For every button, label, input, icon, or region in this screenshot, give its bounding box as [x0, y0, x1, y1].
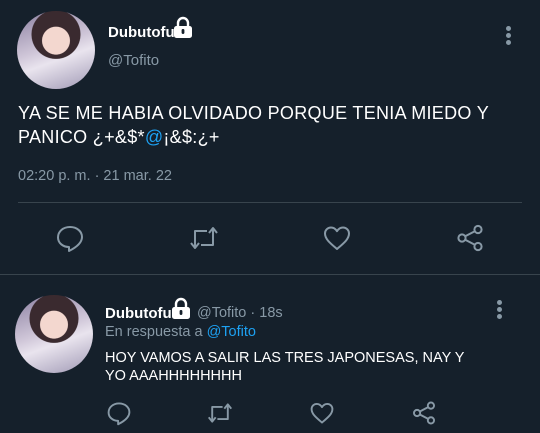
reply-display-name[interactable]: Dubutofu: [105, 305, 172, 322]
replying-to: En respuesta a @Tofito: [105, 324, 256, 340]
like-icon[interactable]: [322, 223, 352, 253]
mention-link[interactable]: @: [145, 127, 164, 147]
avatar[interactable]: [17, 11, 95, 89]
share-icon[interactable]: [455, 223, 485, 253]
retweet-icon[interactable]: [188, 223, 220, 253]
reply-avatar[interactable]: [15, 295, 93, 373]
reply-icon[interactable]: [55, 223, 85, 253]
more-icon[interactable]: [500, 24, 516, 46]
user-handle[interactable]: @Tofito: [108, 52, 159, 69]
tweet-text: YA SE ME HABIA OLVIDADO PORQUE TENIA MIE…: [18, 101, 518, 149]
section-divider: [0, 274, 540, 275]
divider: [18, 202, 522, 203]
retweet-icon[interactable]: [206, 400, 234, 426]
tweet-text-part: YA SE ME HABIA OLVIDADO PORQUE TENIA MIE…: [18, 103, 489, 147]
tweet-timestamp[interactable]: 02:20 p. m. · 21 mar. 22: [18, 168, 172, 184]
like-icon[interactable]: [309, 400, 335, 426]
reply-handle-time[interactable]: @Tofito · 18s: [197, 305, 283, 321]
lock-icon: [172, 16, 194, 38]
more-icon[interactable]: [491, 298, 507, 320]
replying-prefix: En respuesta a: [105, 324, 203, 340]
reply-icon[interactable]: [106, 400, 132, 426]
replying-to-mention[interactable]: @Tofito: [207, 324, 256, 340]
reply-tweet-text: HOY VAMOS A SALIR LAS TRES JAPONESAS, NA…: [105, 350, 465, 384]
share-icon[interactable]: [411, 400, 437, 426]
tweet-text-part: ¡&$:¿+: [163, 127, 220, 147]
lock-icon: [170, 297, 192, 319]
display-name[interactable]: Dubutofu: [108, 24, 175, 41]
